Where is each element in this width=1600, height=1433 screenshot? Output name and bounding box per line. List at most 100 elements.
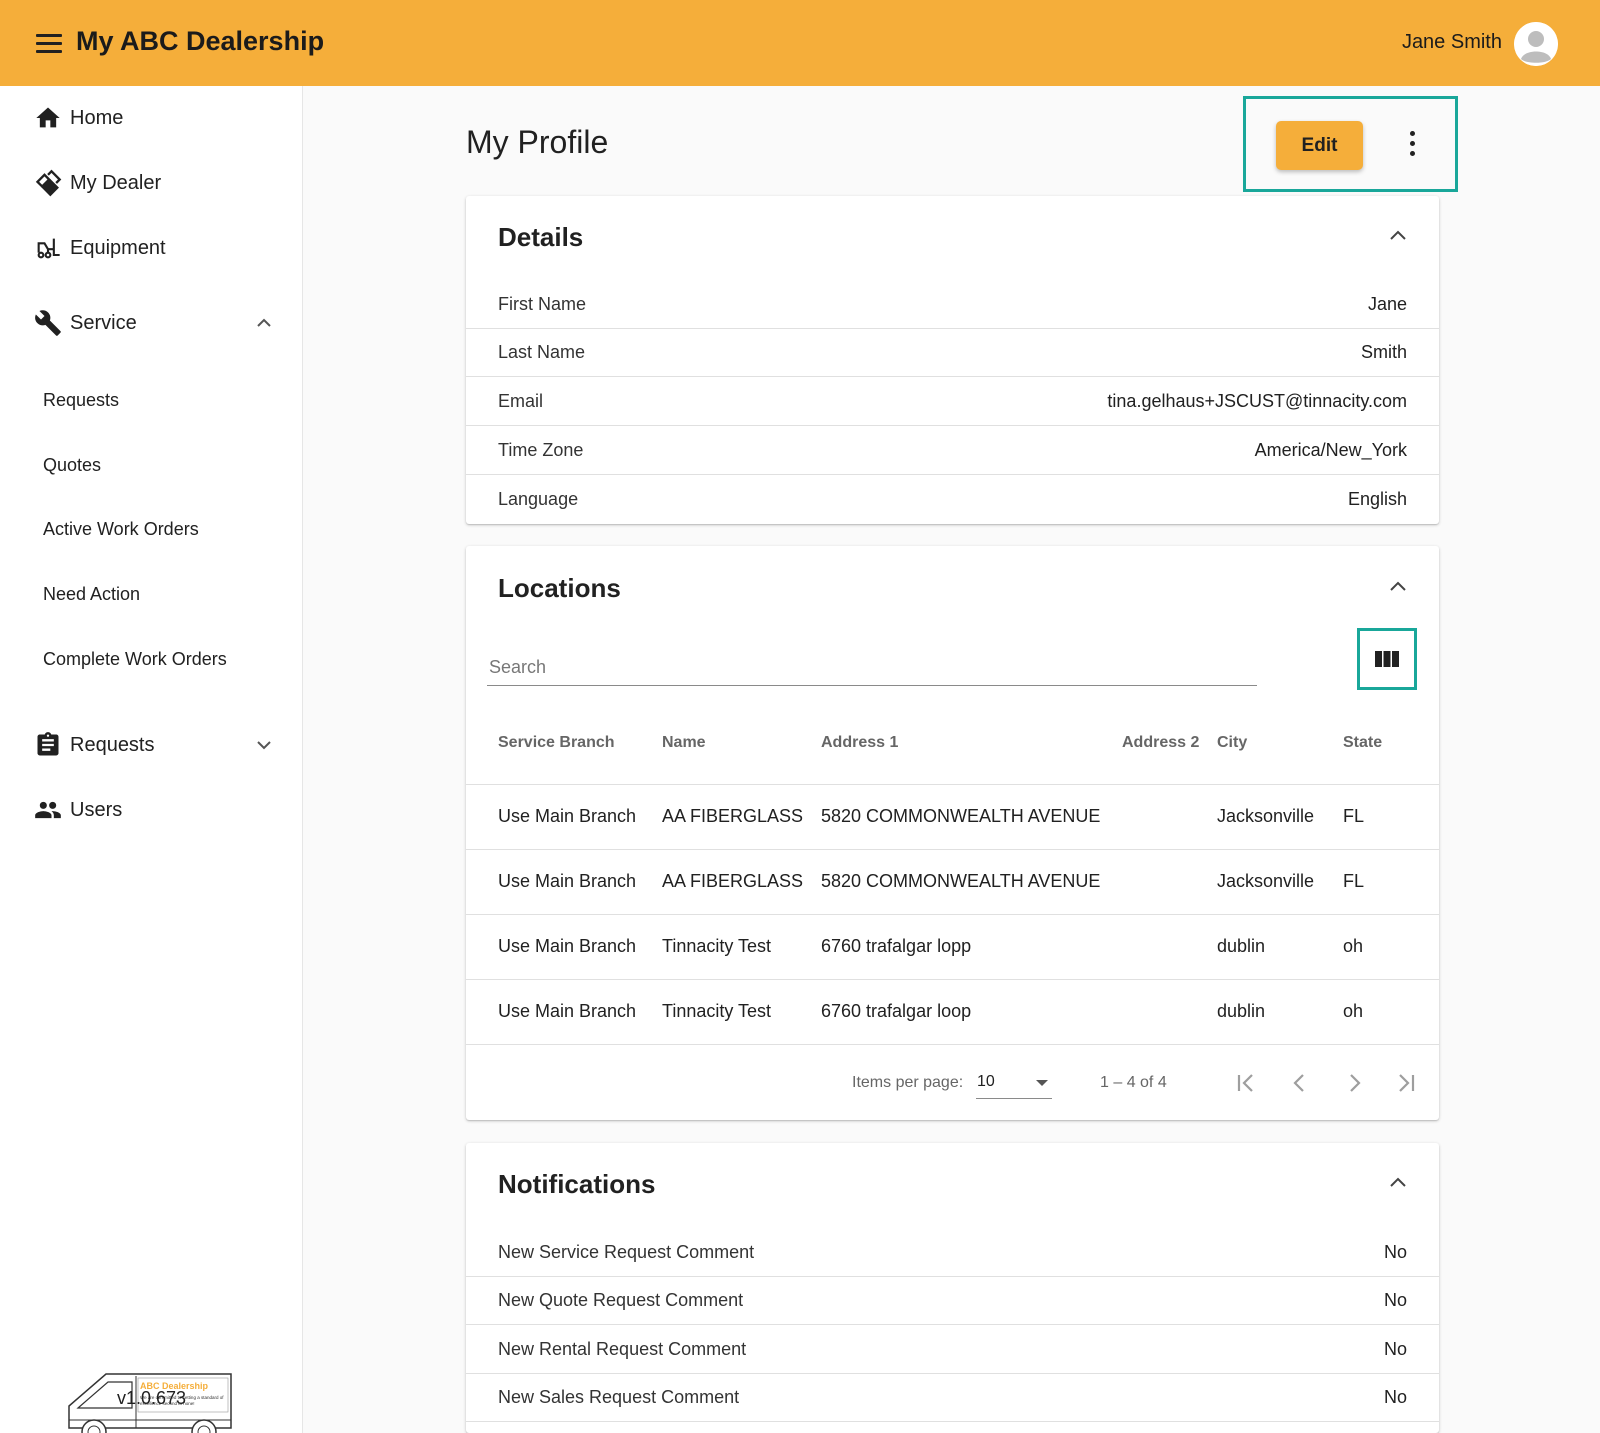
handshake-icon	[34, 169, 62, 197]
sidebar-subitem-need-action[interactable]: Need Action	[0, 572, 303, 616]
sidebar-item-equipment[interactable]: Equipment	[0, 224, 303, 272]
sidebar-item-label: Home	[70, 106, 124, 129]
view-column-icon	[1375, 651, 1399, 667]
column-header[interactable]: Address 1	[821, 734, 898, 752]
column-header[interactable]: Service Branch	[498, 734, 615, 752]
details-row: First Name Jane	[466, 281, 1439, 329]
details-value: English	[1347, 489, 1407, 509]
column-picker-button[interactable]	[1357, 628, 1417, 690]
notification-row: New Service Request Comment No	[466, 1229, 1439, 1277]
table-cell: dublin	[1217, 1001, 1266, 1021]
menu-icon[interactable]	[36, 34, 62, 54]
details-row: Language English	[466, 476, 1439, 524]
previous-page-icon[interactable]	[1282, 1065, 1318, 1101]
table-cell: Tinnacity Test	[662, 1001, 772, 1021]
table-row[interactable]: Use Main Branch Tinnacity Test 6760 traf…	[466, 979, 1439, 1044]
table-cell: AA FIBERGLASS	[662, 806, 804, 826]
table-cell: Use Main Branch	[498, 871, 637, 891]
chevron-up-icon[interactable]	[252, 311, 276, 335]
notification-key: New Sales Request Comment	[498, 1387, 740, 1407]
avatar[interactable]	[1514, 22, 1558, 66]
notification-row: New Sales Request Comment No	[466, 1374, 1439, 1422]
sidebar-item-label: Requests	[70, 733, 155, 756]
sidebar-item-my-dealer[interactable]: My Dealer	[0, 159, 303, 207]
notification-value: No	[1383, 1339, 1407, 1359]
column-header[interactable]: City	[1217, 734, 1247, 752]
notification-row: New Rental Request Comment No	[466, 1326, 1439, 1374]
sidebar-subitem-label: Active Work Orders	[43, 518, 199, 539]
home-icon	[34, 104, 62, 132]
table-row[interactable]: Use Main Branch AA FIBERGLASS 5820 COMMO…	[466, 849, 1439, 914]
sidebar-item-home[interactable]: Home	[0, 94, 303, 142]
sidebar-subitem-label: Complete Work Orders	[43, 648, 227, 669]
first-page-icon[interactable]	[1228, 1065, 1264, 1101]
sidebar-subitem-active-work-orders[interactable]: Active Work Orders	[0, 507, 303, 551]
notification-value: No	[1383, 1242, 1407, 1262]
column-header[interactable]: Address 2	[1122, 734, 1199, 752]
last-page-icon[interactable]	[1388, 1065, 1424, 1101]
sidebar: Home My Dealer Equipment Service Request…	[0, 86, 303, 1433]
chevron-up-icon[interactable]	[1387, 1175, 1409, 1189]
details-key: Email	[498, 391, 544, 411]
edit-button[interactable]: Edit	[1276, 121, 1363, 170]
sidebar-item-requests[interactable]: Requests	[0, 721, 303, 769]
table-cell: Tinnacity Test	[662, 936, 772, 956]
items-per-page-select[interactable]: 10	[976, 1069, 1052, 1099]
next-page-icon[interactable]	[1336, 1065, 1372, 1101]
people-icon	[34, 796, 62, 824]
sidebar-subitem-requests[interactable]: Requests	[0, 378, 303, 422]
sidebar-item-service[interactable]: Service	[0, 299, 303, 347]
table-cell: dublin	[1217, 936, 1266, 956]
table-cell: 5820 COMMONWEALTH AVENUE	[821, 806, 1101, 826]
table-row[interactable]: Use Main Branch AA FIBERGLASS 5820 COMMO…	[466, 784, 1439, 849]
details-value: Jane	[1367, 294, 1407, 314]
table-cell: Use Main Branch	[498, 806, 637, 826]
details-key: Last Name	[498, 342, 586, 362]
column-header[interactable]: State	[1343, 734, 1382, 752]
chevron-up-icon[interactable]	[1387, 579, 1409, 593]
items-per-page-value: 10	[977, 1073, 995, 1090]
items-per-page-label: Items per page:	[852, 1074, 964, 1091]
locations-card: Locations Service Branch Name Address 1 …	[466, 546, 1439, 1120]
sidebar-item-users[interactable]: Users	[0, 786, 303, 834]
chevron-up-icon[interactable]	[1387, 228, 1409, 242]
app-version: v1.0.673	[116, 1388, 187, 1408]
table-cell: 6760 trafalgar lopp	[821, 936, 972, 956]
table-cell: 5820 COMMONWEALTH AVENUE	[821, 871, 1101, 891]
chevron-down-icon[interactable]	[252, 733, 276, 757]
range-label: 1 – 4 of 4	[1100, 1074, 1167, 1091]
table-cell: Use Main Branch	[498, 1001, 637, 1021]
details-value: tina.gelhaus+JSCUST@tinnacity.com	[1107, 391, 1407, 411]
table-cell: Jacksonville	[1217, 871, 1315, 891]
sidebar-subitem-complete-work-orders[interactable]: Complete Work Orders	[0, 637, 303, 681]
search-input[interactable]	[487, 650, 1257, 686]
wrench-icon	[34, 309, 62, 337]
column-header[interactable]: Name	[662, 734, 706, 752]
page-title: My Profile	[466, 124, 609, 160]
table-cell: oh	[1343, 936, 1364, 956]
table-cell: Jacksonville	[1217, 806, 1315, 826]
dropdown-arrow-icon	[1036, 1080, 1048, 1086]
top-app-bar: My ABC Dealership Jane Smith	[0, 0, 1600, 86]
table-row[interactable]: Use Main Branch Tinnacity Test 6760 traf…	[466, 914, 1439, 979]
details-value: Smith	[1360, 342, 1407, 362]
user-name[interactable]: Jane Smith	[1402, 31, 1502, 54]
sidebar-item-label: Service	[70, 311, 137, 334]
table-cell: AA FIBERGLASS	[662, 871, 804, 891]
sidebar-subitem-label: Need Action	[43, 583, 141, 604]
table-cell: 6760 trafalgar loop	[821, 1001, 972, 1021]
details-row: Last Name Smith	[466, 329, 1439, 377]
clipboard-icon	[34, 731, 62, 759]
user-avatar-icon	[1514, 22, 1558, 66]
sidebar-subitem-quotes[interactable]: Quotes	[0, 443, 303, 487]
details-row: Time Zone America/New_York	[466, 427, 1439, 475]
app-title: My ABC Dealership	[76, 26, 325, 56]
sidebar-item-label: My Dealer	[70, 171, 162, 194]
details-title: Details	[498, 222, 584, 252]
sidebar-subitem-label: Quotes	[43, 454, 102, 475]
more-options-icon[interactable]	[1396, 126, 1428, 166]
paginator: Items per page: 10 1 – 4 of 4	[466, 1044, 1439, 1120]
details-key: Time Zone	[498, 440, 584, 460]
notification-value: No	[1383, 1290, 1407, 1310]
notifications-title: Notifications	[498, 1169, 656, 1199]
